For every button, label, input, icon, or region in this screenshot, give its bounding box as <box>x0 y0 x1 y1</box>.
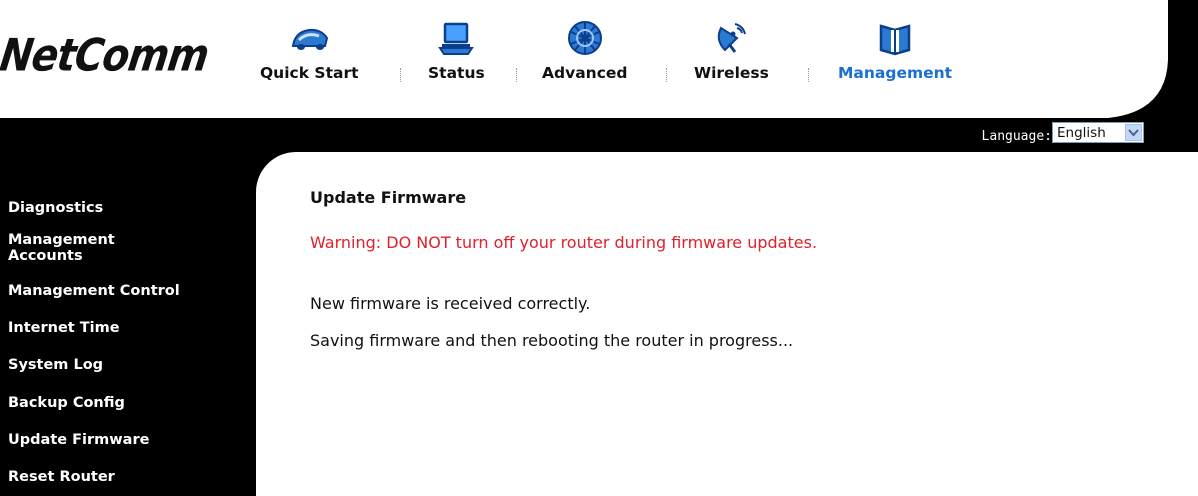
sidebar-item-reset-router[interactable]: Reset Router <box>8 469 115 485</box>
language-label: Language: <box>981 129 1052 144</box>
page-title: Update Firmware <box>310 188 467 207</box>
nav-status[interactable]: Status <box>428 18 485 82</box>
sidebar: Diagnostics Management Accounts Manageme… <box>0 152 256 496</box>
nav-label: Wireless <box>694 64 769 82</box>
sidebar-item-backup-config[interactable]: Backup Config <box>8 395 125 411</box>
nav-divider <box>666 68 668 82</box>
sidebar-item-management-control[interactable]: Management Control <box>8 283 180 299</box>
warning-message: Warning: DO NOT turn off your router dur… <box>310 233 818 252</box>
book-icon <box>879 24 911 56</box>
sidebar-item-label-line2: Accounts <box>8 248 83 264</box>
sidebar-item-label-line1: Management <box>8 232 115 248</box>
nav-label: Management <box>838 64 953 82</box>
nav-wireless[interactable]: Wireless <box>694 18 769 82</box>
sidebar-item-internet-time[interactable]: Internet Time <box>8 320 120 336</box>
chevron-down-icon[interactable] <box>1125 124 1142 141</box>
laptop-icon <box>438 22 475 55</box>
sidebar-item-management-accounts[interactable]: Management Accounts <box>8 232 115 264</box>
nav-label: Advanced <box>542 64 628 82</box>
nav-divider <box>400 68 402 82</box>
main-nav: Quick Start Status Advanced Wireless Man… <box>0 0 1100 118</box>
language-selected-value: English <box>1057 124 1106 141</box>
sidebar-item-system-log[interactable]: System Log <box>8 357 103 373</box>
car-icon <box>292 28 329 50</box>
nav-advanced[interactable]: Advanced <box>542 18 628 82</box>
header-curve <box>1108 0 1198 118</box>
nav-divider <box>516 68 518 82</box>
nav-management[interactable]: Management <box>838 18 952 82</box>
nav-label: Status <box>428 64 485 82</box>
sidebar-item-update-firmware[interactable]: Update Firmware <box>8 432 149 448</box>
nav-divider <box>808 68 810 82</box>
header: NetComm Quick Start Status Advanced Wire… <box>0 0 1198 118</box>
satellite-icon <box>718 23 747 53</box>
status-message: New firmware is received correctly. <box>310 294 591 313</box>
progress-message: Saving firmware and then rebooting the r… <box>310 331 794 350</box>
sidebar-item-diagnostics[interactable]: Diagnostics <box>8 200 103 216</box>
language-bar: Language: English <box>0 118 1198 152</box>
nav-label: Quick Start <box>260 64 359 82</box>
language-select[interactable]: English <box>1052 122 1144 143</box>
nav-quick-start[interactable]: Quick Start <box>260 18 359 82</box>
globe-icon <box>567 21 602 55</box>
